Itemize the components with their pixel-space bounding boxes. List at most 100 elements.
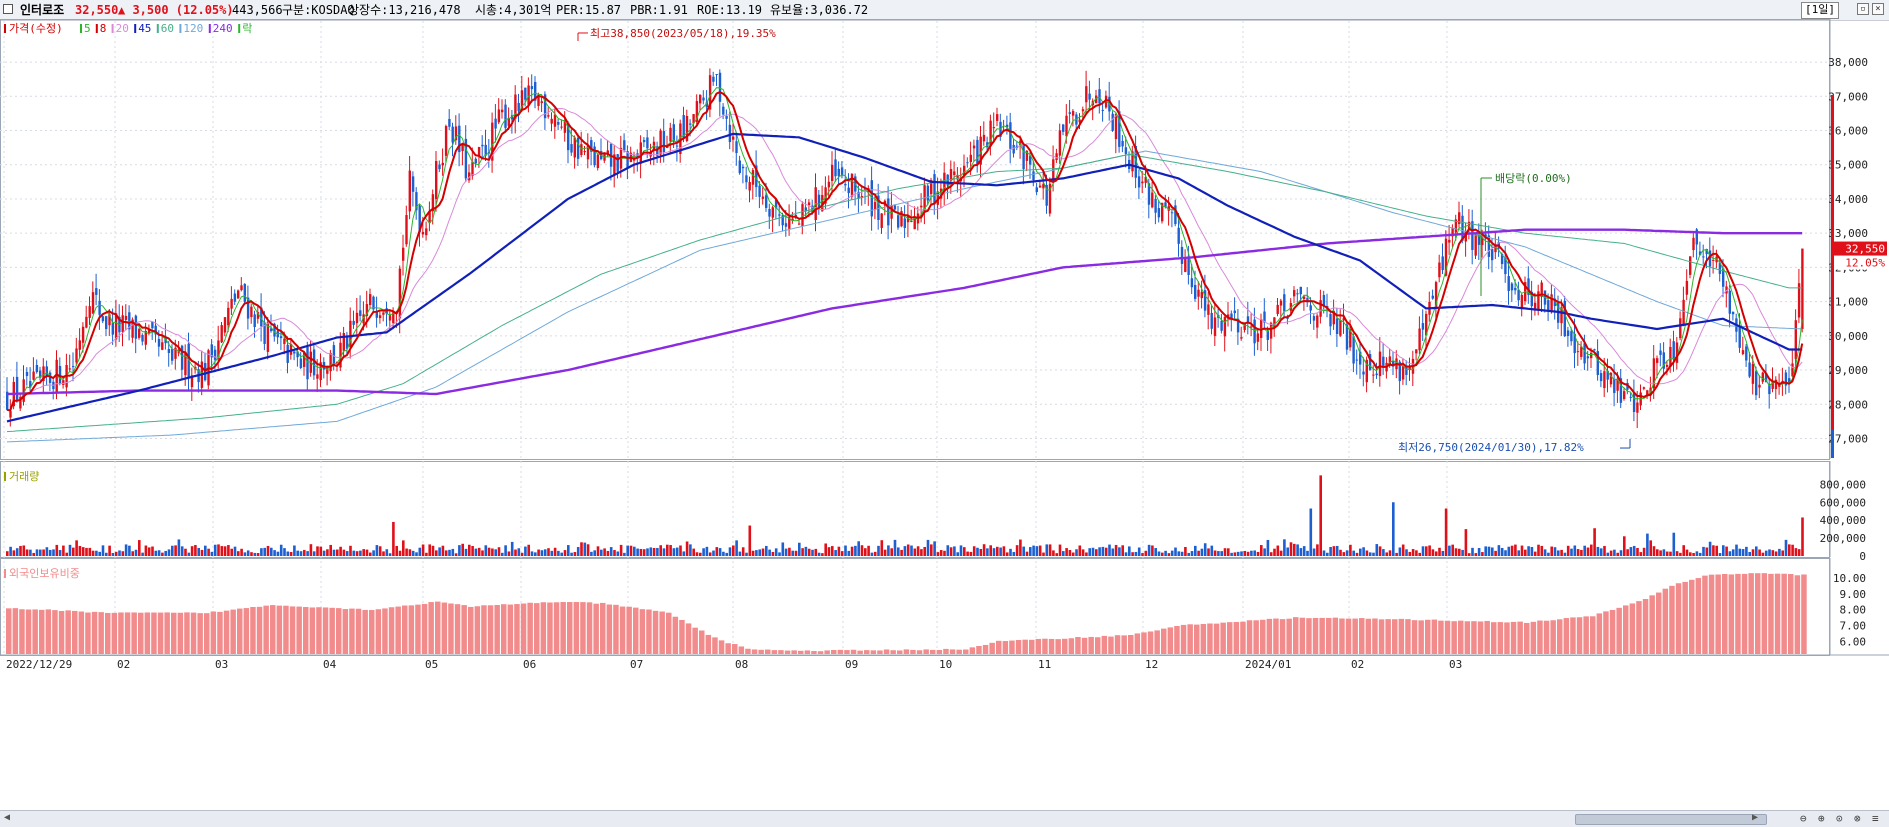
volume-bar <box>933 541 936 556</box>
candle-body <box>1566 330 1570 336</box>
candle-body <box>689 123 692 125</box>
volume-bar <box>765 545 768 556</box>
volume-bar <box>1788 544 1791 556</box>
foreign-bar <box>1207 623 1213 654</box>
volume-bar <box>1758 549 1761 556</box>
foreign-bar <box>382 608 388 654</box>
candle-body <box>1220 320 1223 331</box>
volume-bar <box>207 548 210 556</box>
candle-body <box>1062 124 1065 132</box>
foreign-tick-label: 7.00 <box>1840 620 1867 633</box>
foreign-bar <box>718 640 725 654</box>
volume-bar <box>864 548 867 556</box>
volume-bar <box>1547 552 1550 556</box>
volume-bar <box>930 544 933 556</box>
foreign-bar <box>1359 618 1365 654</box>
foreign-bar <box>1385 619 1391 654</box>
candle-body <box>540 101 543 104</box>
volume-bar <box>138 540 141 556</box>
candle-body <box>699 95 702 104</box>
volume-bar <box>1322 550 1326 556</box>
scroll-left-icon[interactable]: ◀ <box>4 812 10 823</box>
foreign-bar <box>1075 636 1081 654</box>
volume-bar <box>718 548 722 556</box>
candle-body <box>421 231 425 235</box>
foreign-bar <box>864 650 870 654</box>
volume-bar <box>1293 543 1296 556</box>
volume-bar <box>943 550 946 556</box>
scroll-thumb[interactable] <box>1575 814 1767 825</box>
foreign-bar <box>936 649 943 654</box>
volume-bar <box>1055 553 1058 556</box>
volume-bar <box>1253 550 1256 556</box>
volume-bar <box>167 549 171 556</box>
volume-bar <box>121 551 125 556</box>
price-tick-label: 27,000 <box>1828 432 1868 445</box>
scroll-right-icon[interactable]: ▶ <box>1752 812 1758 823</box>
candle-body <box>903 218 906 228</box>
candle-body <box>745 175 748 183</box>
volume-bar <box>1609 550 1613 556</box>
volume-bar <box>1022 546 1025 556</box>
foreign-bar <box>481 605 487 654</box>
foreign-bar <box>540 602 547 654</box>
volume-bar <box>1613 549 1616 556</box>
candle-body <box>1593 349 1596 351</box>
settings-icon[interactable]: ≡ <box>1872 812 1879 825</box>
foreign-bar <box>593 603 599 654</box>
candle-body <box>494 118 497 129</box>
foreign-bar <box>197 613 203 654</box>
volume-bar <box>1702 546 1705 556</box>
volume-bar <box>781 542 785 556</box>
volume-bar <box>1619 550 1623 556</box>
volume-bar <box>1583 545 1586 556</box>
foreign-bar <box>1517 621 1523 654</box>
date-tick-label: 04 <box>323 658 337 671</box>
price-tick-label: 38,000 <box>1828 56 1868 69</box>
candle-body <box>1689 256 1692 275</box>
volume-bar <box>527 544 530 556</box>
zoom-in-icon[interactable]: ⊕ <box>1818 812 1825 825</box>
volume-bar <box>1682 545 1685 556</box>
volume-bar <box>1764 550 1768 556</box>
price-legend-entry: 5 <box>84 22 91 35</box>
candle-body <box>1187 257 1190 275</box>
zoom-reset-icon[interactable]: ⊗ <box>1854 812 1861 825</box>
foreign-bar <box>388 607 395 654</box>
candle-body <box>1405 366 1408 375</box>
candle-body <box>448 118 451 127</box>
volume-bar <box>1365 550 1369 556</box>
volume-bar <box>1329 546 1332 556</box>
foreign-bar <box>1180 624 1187 654</box>
volume-bar <box>712 550 715 556</box>
volume-bar <box>1632 545 1636 556</box>
foreign-bar <box>177 612 184 654</box>
volume-bar <box>448 549 451 556</box>
candle-body <box>748 182 751 191</box>
chart-scrollbar[interactable]: ◀ ▶ ⊖ ⊕ ⊙ ⊗ ≡ <box>0 810 1889 827</box>
dividend-annotation: 배당락(0.00%) <box>1495 172 1572 185</box>
candle-body <box>1009 122 1012 149</box>
volume-bar <box>735 540 738 556</box>
volume-bar <box>1236 551 1240 556</box>
foreign-bar <box>1260 619 1266 654</box>
volume-bar <box>312 551 316 556</box>
volume-bar <box>1276 545 1280 556</box>
zoom-fit-icon[interactable]: ⊙ <box>1836 812 1843 825</box>
volume-tick-label: 400,000 <box>1820 514 1866 527</box>
foreign-bar <box>831 650 837 654</box>
zoom-out-icon[interactable]: ⊖ <box>1800 812 1807 825</box>
volume-bar <box>920 549 923 556</box>
volume-bar <box>72 547 75 556</box>
volume-bar <box>1467 553 1471 556</box>
volume-bar <box>345 551 349 556</box>
foreign-bar <box>1537 620 1543 654</box>
foreign-bar <box>1781 573 1787 654</box>
volume-bar <box>540 550 544 556</box>
foreign-bar <box>494 604 500 654</box>
foreign-tick-label: 10.00 <box>1833 572 1866 585</box>
foreign-bar <box>633 607 639 654</box>
foreign-bar <box>1187 624 1193 654</box>
foreign-bar <box>567 602 573 654</box>
foreign-bar <box>619 606 626 654</box>
